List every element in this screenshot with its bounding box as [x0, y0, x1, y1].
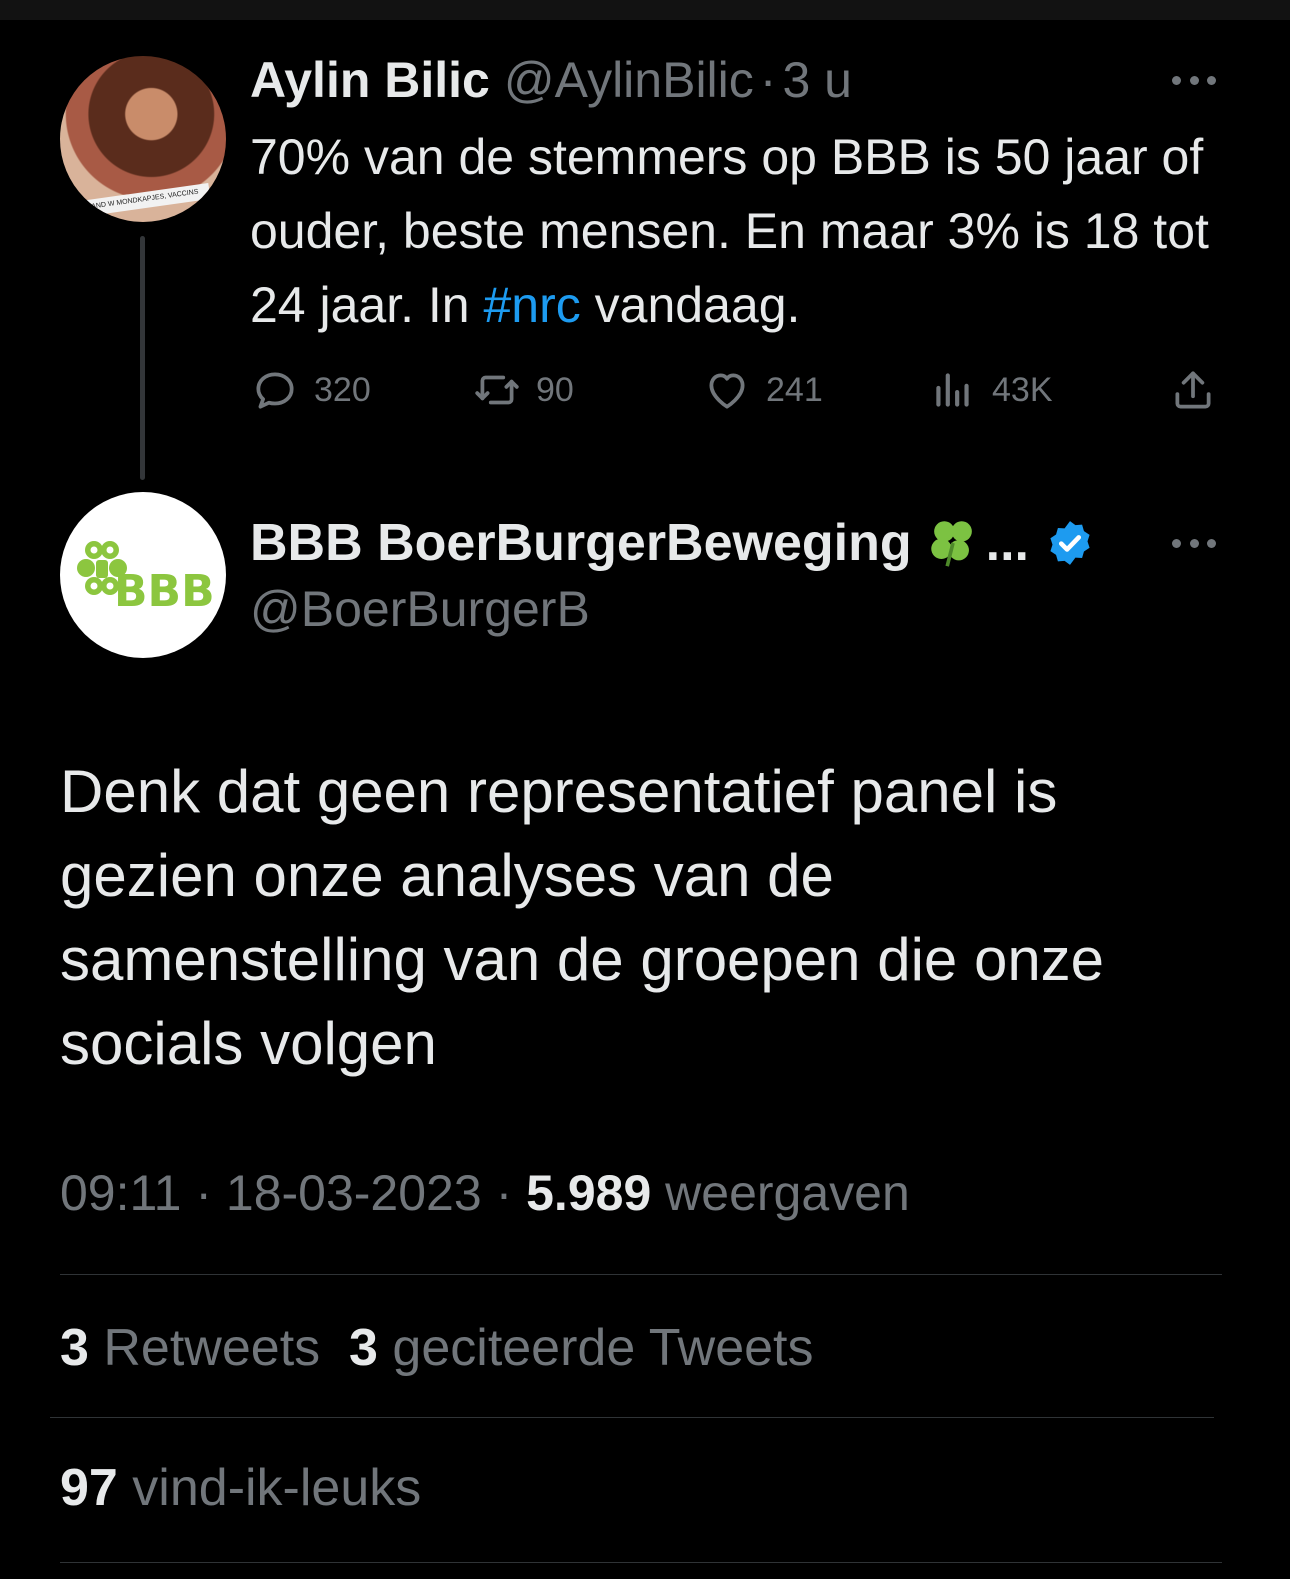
quotes-link[interactable]: 3 geciteerde Tweets — [349, 1319, 813, 1377]
parent-tweet-header: Aylin Bilic @AylinBilic · 3 u — [250, 48, 852, 112]
retweet-button[interactable]: 90 — [472, 362, 574, 418]
main-tweet-text: Denk dat geen representatief panel is ge… — [60, 758, 1105, 1077]
name-ellipsis: ... — [985, 514, 1029, 572]
tweet-actions-bar: 320 90 241 43K — [250, 362, 1220, 418]
hashtag-link[interactable]: #nrc — [484, 277, 581, 333]
reply-count: 320 — [314, 370, 371, 409]
status-bar-strip — [0, 0, 1290, 20]
retweets-link[interactable]: 3 Retweets — [60, 1319, 320, 1377]
likes-label: vind-ik-leuks — [132, 1459, 422, 1517]
tweet-date[interactable]: 18-03-2023 — [226, 1165, 482, 1221]
share-icon — [1175, 371, 1211, 409]
retweets-count: 3 — [60, 1319, 89, 1377]
quotes-label: geciteerde Tweets — [392, 1319, 814, 1377]
tweet-time[interactable]: 3 u — [782, 51, 852, 109]
author-handle[interactable]: @AylinBilic — [504, 51, 754, 109]
tweet-time[interactable]: 09:11 — [60, 1165, 181, 1221]
views-icon — [936, 373, 969, 407]
retweet-count: 90 — [536, 370, 574, 409]
main-tweet-author[interactable]: BBB BoerBurgerBeweging ... — [250, 510, 1095, 576]
retweet-quote-stats: 3 Retweets 3 geciteerde Tweets — [60, 1318, 814, 1378]
separator-dot: · — [495, 1165, 513, 1221]
separator-dot: · — [759, 52, 777, 108]
divider — [60, 1274, 1222, 1275]
bbb-logo-icon: BBB — [77, 541, 215, 617]
reply-button[interactable]: 320 — [250, 362, 371, 418]
more-icon[interactable] — [1172, 74, 1216, 86]
separator-dot: · — [195, 1165, 212, 1221]
reply-icon — [256, 372, 294, 409]
tweet-text-part: vandaag. — [580, 277, 801, 333]
author-name[interactable]: Aylin Bilic — [250, 51, 490, 109]
divider — [50, 1417, 1214, 1418]
like-icon — [709, 373, 745, 409]
parent-tweet-text: 70% van de stemmers op BBB is 50 jaar of… — [250, 120, 1230, 342]
retweet-icon — [475, 375, 519, 405]
divider — [60, 1562, 1222, 1563]
author-handle[interactable]: @BoerBurgerB — [250, 580, 590, 638]
views-button[interactable]: 43K — [928, 362, 1053, 418]
views-count: 43K — [992, 370, 1053, 409]
retweets-label: Retweets — [103, 1319, 321, 1377]
avatar-bbb-logo[interactable]: BBB — [60, 492, 226, 658]
tweet-metadata: 09:11 · 18-03-2023 · 5.989 weergaven — [60, 1164, 910, 1222]
avatar-caption: AND W MONDKAPJES, VACCINS — [79, 183, 211, 217]
likes-stats[interactable]: 97 vind-ik-leuks — [60, 1458, 421, 1518]
clover-icon — [930, 521, 972, 567]
likes-count: 97 — [60, 1459, 118, 1517]
like-button[interactable]: 241 — [702, 362, 823, 418]
verified-badge-icon — [1050, 521, 1090, 565]
views-count: 5.989 — [526, 1165, 652, 1221]
avatar-aylin-bilic[interactable]: AND W MONDKAPJES, VACCINS — [60, 56, 226, 222]
more-icon[interactable] — [1172, 537, 1216, 549]
like-count: 241 — [766, 370, 823, 409]
share-button[interactable] — [1168, 362, 1232, 418]
author-name[interactable]: BBB BoerBurgerBeweging — [250, 513, 912, 573]
thread-connector-line — [140, 236, 145, 480]
quotes-count: 3 — [349, 1319, 378, 1377]
bbb-logo-text: BBB — [114, 566, 215, 617]
views-label: weergaven — [665, 1165, 910, 1221]
